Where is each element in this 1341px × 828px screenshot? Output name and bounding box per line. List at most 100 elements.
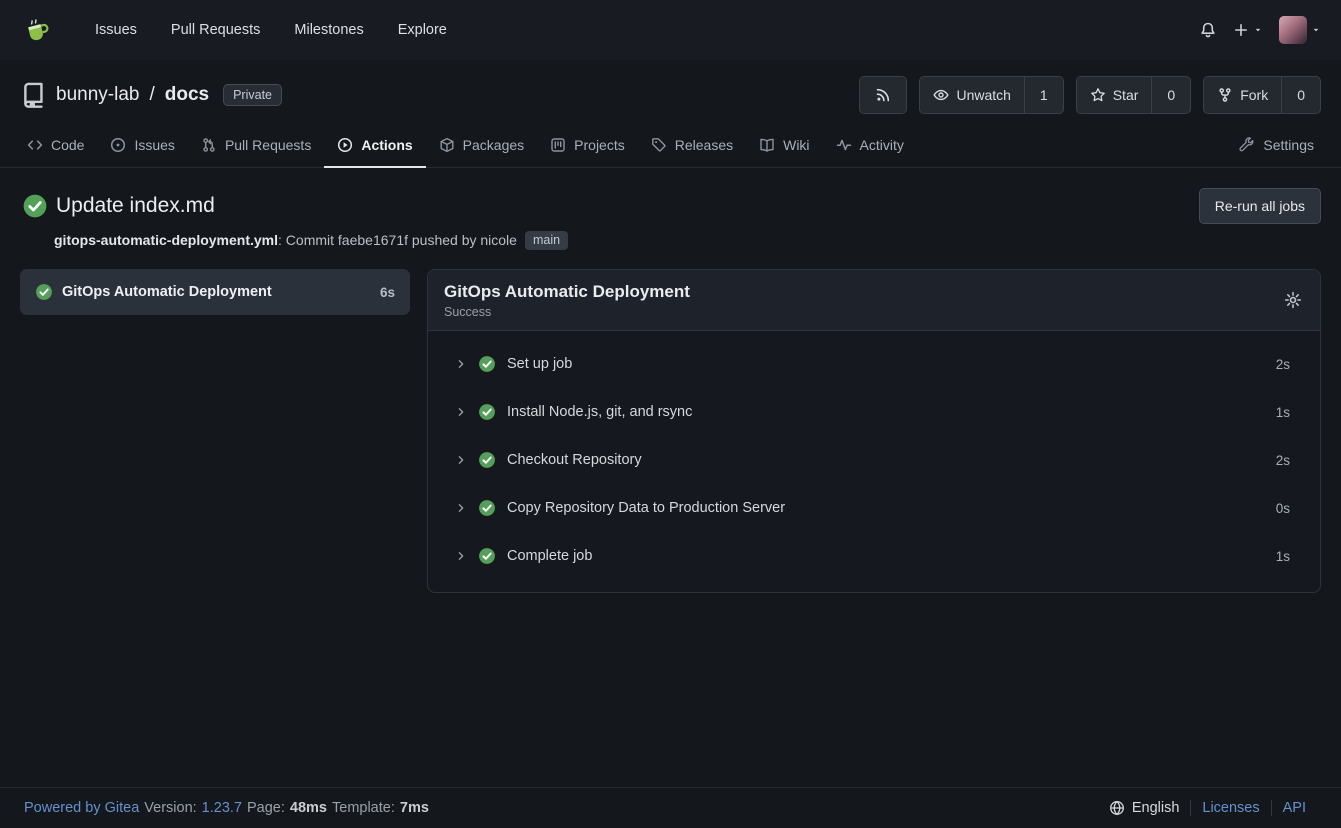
job-list-item[interactable]: GitOps Automatic Deployment 6s [20, 269, 410, 315]
step-duration: 2s [1276, 453, 1290, 468]
step-row[interactable]: Set up job 2s [428, 340, 1320, 388]
nav-item-issues[interactable]: Issues [78, 13, 154, 47]
issue-circle-icon [110, 137, 126, 153]
step-row[interactable]: Install Node.js, git, and rsync 1s [428, 388, 1320, 436]
stars-count[interactable]: 0 [1151, 77, 1190, 113]
job-duration: 6s [380, 285, 395, 300]
step-name: Complete job [507, 548, 592, 564]
fork-icon [1217, 87, 1233, 103]
tab-label: Code [51, 137, 84, 153]
repo-icon [20, 82, 46, 108]
tab-packages[interactable]: Packages [426, 126, 537, 168]
tag-icon [651, 137, 667, 153]
repo-actions: Unwatch 1 Star 0 Fork 0 [859, 76, 1321, 114]
rerun-all-jobs-button[interactable]: Re-run all jobs [1199, 188, 1321, 224]
repo-owner-link[interactable]: bunny-lab [56, 84, 139, 106]
forks-count[interactable]: 0 [1281, 77, 1320, 113]
star-button[interactable]: Star [1077, 77, 1152, 113]
repo-header: bunny-lab / docs Private Unwatch 1 Star [0, 60, 1341, 168]
repo-name-link[interactable]: docs [165, 84, 209, 106]
step-name: Set up job [507, 356, 572, 372]
version-link[interactable]: 1.23.7 [202, 800, 242, 816]
book-icon [759, 137, 775, 153]
star-button-group: Star 0 [1076, 76, 1191, 114]
star-label: Star [1113, 87, 1139, 103]
nav-item-pull-requests[interactable]: Pull Requests [154, 13, 277, 47]
bell-icon [1199, 21, 1217, 39]
page-time-label: Page: [247, 800, 285, 816]
tab-label: Wiki [783, 137, 809, 153]
tab-actions[interactable]: Actions [324, 126, 425, 168]
tools-icon [1239, 137, 1255, 153]
step-name: Install Node.js, git, and rsync [507, 404, 692, 420]
code-icon [27, 137, 43, 153]
chevron-right-icon[interactable] [455, 502, 467, 514]
run-subtitle: gitops-automatic-deployment.yml: Commit … [54, 231, 1321, 250]
chevron-right-icon[interactable] [455, 358, 467, 370]
tab-activity[interactable]: Activity [823, 126, 917, 168]
licenses-link[interactable]: Licenses [1190, 800, 1270, 816]
job-success-check-icon [35, 283, 53, 301]
caret-down-icon [1253, 25, 1263, 35]
gear-icon [1284, 291, 1302, 309]
tab-releases[interactable]: Releases [638, 126, 746, 168]
step-success-check-icon [478, 499, 496, 517]
create-new-button[interactable] [1233, 22, 1263, 38]
rss-button[interactable] [860, 77, 906, 113]
plus-icon [1233, 22, 1249, 38]
pulse-icon [836, 137, 852, 153]
tab-code[interactable]: Code [14, 126, 97, 168]
step-name: Checkout Repository [507, 452, 642, 468]
chevron-right-icon[interactable] [455, 454, 467, 466]
tab-settings[interactable]: Settings [1226, 126, 1327, 168]
fork-button[interactable]: Fork [1204, 77, 1281, 113]
tab-label: Pull Requests [225, 137, 311, 153]
top-navbar: Issues Pull Requests Milestones Explore [0, 0, 1341, 60]
watchers-count[interactable]: 1 [1024, 77, 1063, 113]
step-success-check-icon [478, 547, 496, 565]
branch-badge[interactable]: main [525, 231, 568, 250]
workflow-file-link[interactable]: gitops-automatic-deployment.yml [54, 232, 278, 248]
commit-text: : Commit faebe1671f pushed by nicole [278, 232, 517, 248]
star-icon [1090, 87, 1106, 103]
globe-icon [1109, 800, 1125, 816]
job-panel-title: GitOps Automatic Deployment [444, 281, 690, 303]
watch-button-group: Unwatch 1 [919, 76, 1063, 114]
play-circle-icon [337, 137, 353, 153]
repo-tabs: Code Issues Pull Requests Actions Packag… [0, 126, 1341, 168]
step-name: Copy Repository Data to Production Serve… [507, 500, 785, 516]
step-success-check-icon [478, 403, 496, 421]
language-selector[interactable]: English [1109, 800, 1191, 816]
notifications-button[interactable] [1199, 21, 1217, 39]
powered-by-gitea-link[interactable]: Powered by Gitea [24, 800, 139, 816]
step-row[interactable]: Complete job 1s [428, 532, 1320, 580]
tab-label: Actions [361, 137, 412, 153]
gitea-logo-icon [22, 14, 54, 46]
nav-item-milestones[interactable]: Milestones [277, 13, 380, 47]
step-row[interactable]: Checkout Repository 2s [428, 436, 1320, 484]
tab-issues[interactable]: Issues [97, 126, 187, 168]
package-icon [439, 137, 455, 153]
footer-left: Powered by Gitea Version: 1.23.7 Page: 4… [24, 800, 429, 816]
step-row[interactable]: Copy Repository Data to Production Serve… [428, 484, 1320, 532]
api-link[interactable]: API [1271, 800, 1317, 816]
step-duration: 1s [1276, 405, 1290, 420]
chevron-right-icon[interactable] [455, 550, 467, 562]
tab-label: Activity [860, 137, 904, 153]
repo-title-row: bunny-lab / docs Private Unwatch 1 Star [0, 70, 1341, 126]
avatar [1279, 16, 1307, 44]
footer-right: English Licenses API [1109, 800, 1317, 816]
job-options-button[interactable] [1284, 291, 1302, 309]
tab-pull-requests[interactable]: Pull Requests [188, 126, 324, 168]
unwatch-button[interactable]: Unwatch [920, 77, 1023, 113]
user-menu-button[interactable] [1279, 16, 1321, 44]
job-detail-panel: GitOps Automatic Deployment Success Set … [427, 269, 1321, 593]
gitea-logo[interactable] [22, 14, 54, 46]
version-label: Version: [144, 800, 196, 816]
nav-item-explore[interactable]: Explore [381, 13, 464, 47]
chevron-right-icon[interactable] [455, 406, 467, 418]
tab-wiki[interactable]: Wiki [746, 126, 822, 168]
job-panel-header-text: GitOps Automatic Deployment Success [444, 281, 690, 319]
pull-request-icon [201, 137, 217, 153]
tab-projects[interactable]: Projects [537, 126, 638, 168]
